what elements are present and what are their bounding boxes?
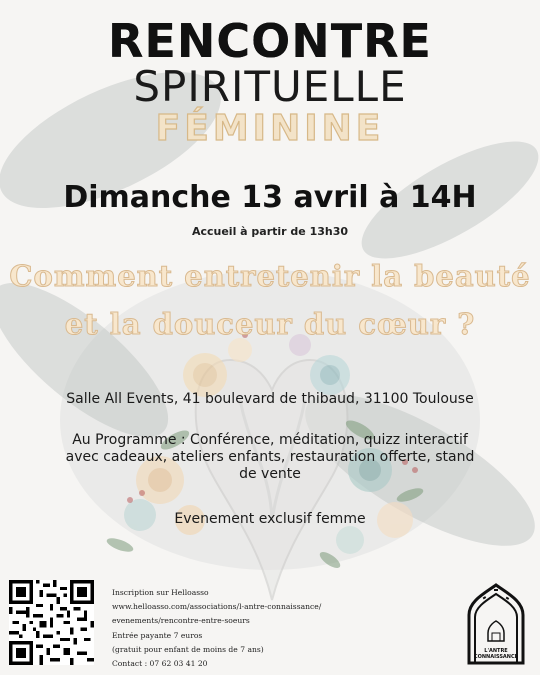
question-line-1: Comment entretenir la beauté <box>9 259 531 294</box>
programme-label: Au Programme : <box>72 432 186 448</box>
venue-address: Salle All Events, 41 boulevard de thibau… <box>66 391 474 407</box>
qr-code-icon[interactable] <box>9 580 94 665</box>
title-rencontre: RENCONTRE <box>108 14 432 68</box>
title-spirituelle: SPIRITUELLE <box>133 62 407 111</box>
info-line-1: Inscription sur Helloasso <box>112 588 209 597</box>
programme: Au Programme : Conférence, méditation, q… <box>60 432 480 483</box>
info-free-note: (gratuit pour enfant de moins de 7 ans) <box>112 644 264 654</box>
info-contact: Contact : 07 62 03 41 20 <box>112 659 208 669</box>
logo-text-line-2: CONNAISSANCE <box>473 654 519 660</box>
accueil-time: Accueil à partir de 13h30 <box>191 225 349 238</box>
registration-info: Inscription sur Helloasso www.helloasso.… <box>112 586 362 671</box>
info-link-cont[interactable]: evenements/rencontre-entre-soeurs <box>112 614 362 628</box>
exclusive-note: Evenement exclusif femme <box>174 511 366 527</box>
event-date: Dimanche 13 avril à 14H <box>63 180 477 215</box>
event-question: Comment entretenir la beauté et la douce… <box>0 252 540 348</box>
title-feminine: FÉMININE <box>155 107 385 149</box>
info-price: Entrée payante 7 euros <box>112 630 203 640</box>
info-link[interactable]: www.helloasso.com/associations/l-antre-c… <box>112 600 362 614</box>
question-line-2: et la douceur du cœur ? <box>64 307 476 342</box>
logo-text: L'ANTRE CONNAISSANCE <box>463 648 529 660</box>
